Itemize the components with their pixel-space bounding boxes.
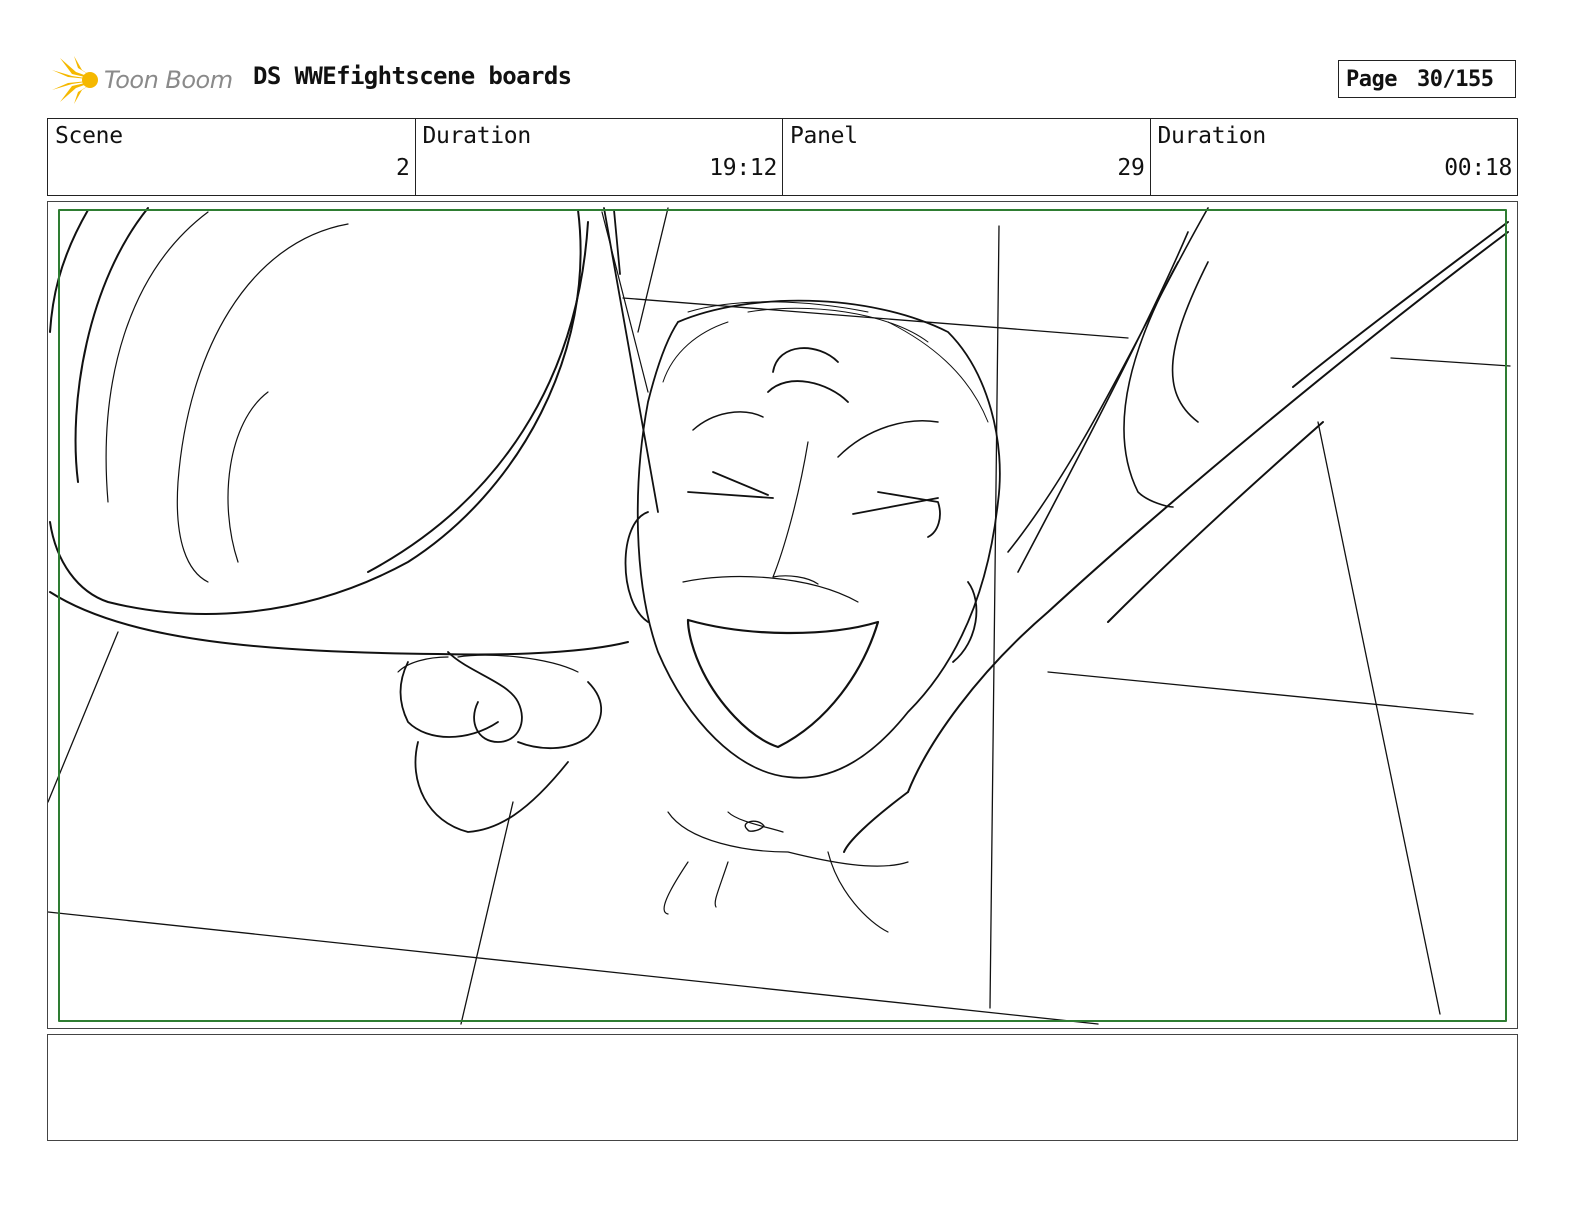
scene-duration-cell: Duration 19:12: [416, 119, 783, 195]
scene-duration-value: 19:12: [709, 155, 777, 181]
panel-notes-box: [47, 1034, 1518, 1141]
page-indicator: Page 30/155: [1338, 60, 1516, 98]
panel-label: Panel: [790, 123, 858, 149]
storyboard-panel: [47, 201, 1518, 1029]
panel-duration-value: 00:18: [1444, 155, 1512, 181]
scene-cell: Scene 2: [48, 119, 416, 195]
logo-text: Toon Boom: [104, 66, 233, 94]
panel-sketch: [48, 207, 1511, 1025]
panel-duration-cell: Duration 00:18: [1151, 119, 1518, 195]
starburst-icon: [52, 56, 98, 104]
scene-label: Scene: [55, 123, 123, 149]
scene-info-row: Scene 2 Duration 19:12 Panel 29 Duration…: [47, 118, 1518, 196]
panel-duration-label: Duration: [1157, 123, 1267, 149]
panel-value: 29: [1117, 155, 1145, 181]
page-label: Page: [1346, 66, 1397, 92]
scene-duration-label: Duration: [422, 123, 532, 149]
toon-boom-logo: Toon Boom: [52, 54, 233, 106]
document-title: DS WWEfightscene boards: [253, 62, 572, 90]
page-number: 30/155: [1416, 66, 1494, 92]
panel-cell: Panel 29: [783, 119, 1151, 195]
scene-value: 2: [395, 155, 410, 181]
